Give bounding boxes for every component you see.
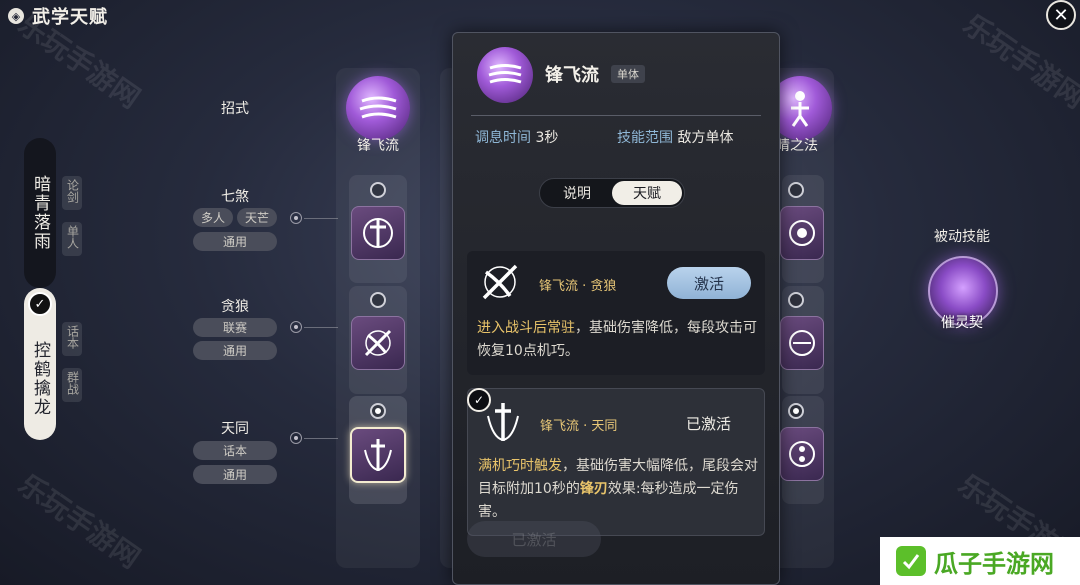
skill-sphere-fengfeiliu[interactable] [346, 76, 410, 140]
talent-radio[interactable] [788, 292, 804, 308]
skill-icon-fengfeiliu [477, 47, 533, 103]
desc-highlight: 满机巧时触发 [478, 458, 562, 474]
tag: 通用 [193, 341, 277, 360]
talent-description: 进入战斗后常驻，基础伤害降低，每段攻击可恢复10点机巧。 [477, 317, 757, 363]
crossbow-icon [475, 257, 525, 307]
mode-tag-label: 论剑 [65, 179, 80, 203]
talent-card-tiantong: 锋飞流 · 天同 已激活 满机巧时触发，基础伤害大幅降低，尾段会对目标附加10秒… [467, 388, 765, 536]
taiji-icon [789, 441, 815, 467]
tab-talent[interactable]: 天赋 [612, 181, 682, 205]
school-tab-anqingluoyu[interactable]: 暗青落雨 [24, 138, 56, 288]
tag: 话本 [193, 441, 277, 460]
crossbow-icon [364, 329, 392, 357]
talent-icon-tanlang[interactable] [351, 316, 405, 370]
watermark: 乐玩手游网 [12, 467, 146, 575]
activate-button[interactable]: 激活 [667, 267, 751, 299]
popup-skill-name: 锋飞流 [545, 65, 599, 86]
connector-line [304, 327, 338, 328]
activated-status: 已激活 [686, 415, 732, 433]
desc-highlight: 进入战斗后常驻 [477, 320, 575, 336]
stat-cooldown: 调息时间 3秒 [475, 127, 558, 147]
brand-text: 瓜子手游网 [934, 549, 1054, 578]
stat-value: 3秒 [535, 130, 559, 146]
stat-key: 调息时间 [475, 130, 531, 146]
connector-dot [290, 321, 302, 333]
row-label-qisha: 七煞 [221, 189, 249, 205]
skill-detail-popup: 锋飞流 单体 调息时间 3秒 技能范围 敌方单体 说明 天赋 锋飞流 · 贪狼 … [452, 32, 780, 585]
talent-radio[interactable] [370, 292, 386, 308]
mode-tag-label: 群战 [65, 371, 80, 395]
talent-icon[interactable] [780, 206, 824, 260]
selected-check-icon: ✓ [28, 292, 52, 316]
row-label-tiantong: 天同 [221, 421, 249, 437]
close-x-icon: ✕ [1053, 4, 1069, 26]
row-label-zhaoshi: 招式 [221, 101, 249, 117]
mode-tag-lunjian: 论剑 [62, 176, 82, 210]
talent-description: 满机巧时触发，基础伤害大幅降低，尾段会对目标附加10秒的锋刃效果:每秒造成一定伤… [478, 455, 758, 524]
activated-ghost-button: 已激活 [467, 521, 601, 557]
talent-radio[interactable] [788, 182, 804, 198]
talent-icon-qisha[interactable] [351, 206, 405, 260]
mode-tag-danren: 单人 [62, 222, 82, 256]
talent-icon[interactable] [780, 427, 824, 481]
talent-radio-selected[interactable] [788, 403, 804, 419]
passive-skill-title: 被动技能 [934, 229, 990, 245]
school-name: 控鹤擒龙 [30, 341, 50, 417]
talent-radio[interactable] [370, 182, 386, 198]
mode-tag-qunzhan: 群战 [62, 368, 82, 402]
mode-tag-label: 话本 [65, 325, 80, 349]
tag: 联赛 [193, 318, 277, 337]
talent-icon[interactable] [780, 316, 824, 370]
row-label-tanlang: 贪狼 [221, 299, 249, 315]
skill-name: 锋飞流 [357, 138, 399, 154]
check-icon: ✓ [467, 388, 491, 412]
sword-emblem-icon [363, 218, 393, 248]
talent-radio-selected[interactable] [370, 403, 386, 419]
stat-key: 技能范围 [617, 130, 673, 146]
mode-tag-label: 单人 [65, 225, 80, 249]
talent-card-tanlang: 锋飞流 · 贪狼 激活 进入战斗后常驻，基础伤害降低，每段攻击可恢复10点机巧。 [467, 251, 765, 375]
talent-name: 锋飞流 · 天同 [540, 419, 618, 434]
tab-description[interactable]: 说明 [542, 181, 612, 205]
tag: 多人 [193, 208, 233, 227]
tag: 通用 [193, 232, 277, 251]
stat-range: 技能范围 敌方单体 [617, 127, 733, 147]
figure-icon [791, 91, 809, 127]
tag: 通用 [193, 465, 277, 484]
connector-line [304, 438, 338, 439]
stat-value: 敌方单体 [677, 130, 734, 146]
leaf-check-icon [896, 546, 926, 576]
talent-icon-tiantong[interactable] [350, 427, 406, 483]
tab-switcher: 说明 天赋 [539, 178, 685, 208]
yin-yang-icon [789, 220, 815, 246]
connector-line [304, 218, 338, 219]
passive-skill-name: 催灵契 [941, 315, 983, 331]
school-name: 暗青落雨 [30, 175, 50, 251]
sword-emblem-icon [364, 439, 392, 472]
close-button[interactable]: ✕ [1046, 0, 1076, 30]
bagua-icon [789, 330, 815, 356]
talent-name: 锋飞流 · 贪狼 [539, 279, 617, 294]
target-type-badge: 单体 [611, 65, 645, 83]
mode-tag-huaben: 话本 [62, 322, 82, 356]
tag: 天芒 [237, 208, 277, 227]
connector-dot [290, 432, 302, 444]
connector-dot [290, 212, 302, 224]
slash-icon [488, 64, 522, 84]
brand-badge: 瓜子手游网 [880, 537, 1080, 585]
divider [471, 115, 761, 116]
desc-keyword: 锋刃 [579, 481, 608, 497]
slash-icon [359, 96, 397, 119]
